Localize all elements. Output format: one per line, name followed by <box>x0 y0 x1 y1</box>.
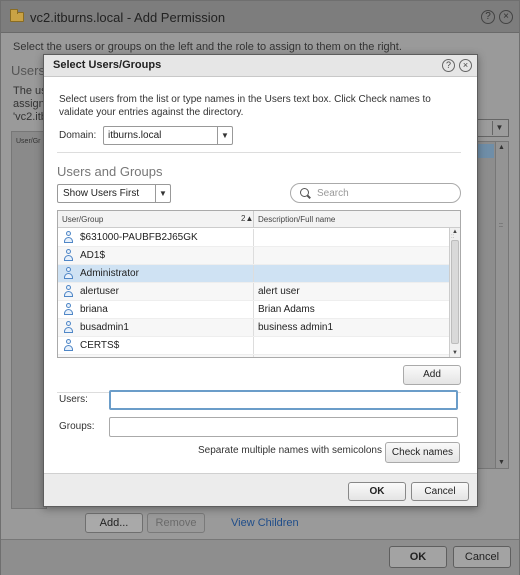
role-dropdown[interactable]: ▼ <box>475 119 509 137</box>
user-name-cell: Administrator <box>80 268 139 279</box>
outer-ok-button[interactable]: OK <box>389 546 447 568</box>
help-icon[interactable]: ? <box>442 59 455 72</box>
table-row[interactable]: busadmin1 business admin1 <box>58 319 449 337</box>
groups-field[interactable] <box>109 417 458 437</box>
ok-button[interactable]: OK <box>348 482 406 501</box>
table-header: User/Group 2▲ Description/Full name <box>58 211 460 228</box>
domain-label: Domain: <box>59 130 97 141</box>
close-icon[interactable]: × <box>459 59 472 72</box>
column-divider[interactable] <box>253 211 254 227</box>
chevron-down-icon: ▼ <box>155 185 170 202</box>
separator-hint: Separate multiple names with semicolons <box>198 445 382 456</box>
folder-icon <box>10 9 24 22</box>
user-name-cell: briana <box>80 304 108 315</box>
outer-instruction: Select the users or groups on the left a… <box>13 41 402 53</box>
column-divider <box>253 337 254 354</box>
table-row[interactable]: $631000-PAUBFB2J65GK <box>58 229 449 247</box>
outer-description-text: 'vc2.itb <box>13 111 47 123</box>
outer-title: vc2.itburns.local - Add Permission <box>30 10 226 25</box>
scroll-down-icon[interactable]: ▼ <box>452 350 458 356</box>
users-field[interactable] <box>109 390 458 410</box>
search-icon <box>300 188 309 197</box>
table-row[interactable]: alertuser alert user <box>58 283 449 301</box>
search-box[interactable] <box>290 183 461 203</box>
sort-ascending-icon[interactable]: 2▲ <box>241 214 253 223</box>
table-row[interactable]: Administrator <box>58 265 449 283</box>
user-icon <box>63 231 74 244</box>
outer-remove-button[interactable]: Remove <box>147 513 205 533</box>
show-order-value: Show Users First <box>63 188 140 199</box>
groups-label: Groups: <box>59 421 95 432</box>
users-groups-table[interactable]: User/Group 2▲ Description/Full name $631… <box>57 210 461 358</box>
description-cell: alert user <box>258 286 300 297</box>
outer-users-table[interactable]: User/Gr <box>11 131 47 509</box>
search-input[interactable] <box>317 186 453 200</box>
scroll-grip-icon: :: <box>499 222 503 229</box>
show-order-dropdown[interactable]: Show Users First ▼ <box>57 184 171 203</box>
outer-add-button[interactable]: Add... <box>85 513 143 533</box>
table-row[interactable]: CERTS$ <box>58 337 449 355</box>
column-header-description[interactable]: Description/Full name <box>258 215 335 224</box>
help-icon[interactable]: ? <box>481 10 495 24</box>
table-row[interactable]: AD1$ <box>58 247 449 265</box>
table-row[interactable] <box>58 355 449 358</box>
user-icon <box>63 285 74 298</box>
description-cell: Brian Adams <box>258 304 315 315</box>
user-icon <box>63 357 74 358</box>
user-icon <box>63 303 74 316</box>
domain-value: itburns.local <box>108 130 162 141</box>
chevron-down-icon: ▼ <box>217 127 232 144</box>
scrollbar[interactable]: ▲ :: ▼ <box>495 142 508 468</box>
description-cell: business admin1 <box>258 322 334 333</box>
outer-description-text: The us <box>13 85 47 97</box>
user-name-cell: CERTS$ <box>80 340 120 351</box>
scroll-down-icon[interactable]: ▼ <box>498 459 505 466</box>
role-privileges-panel[interactable]: ▲ :: ▼ <box>477 141 509 469</box>
outer-users-heading: Users <box>11 63 45 78</box>
outer-cancel-button[interactable]: Cancel <box>453 546 511 568</box>
column-divider <box>253 247 254 264</box>
chevron-down-icon: ▼ <box>492 121 506 135</box>
cancel-button[interactable]: Cancel <box>411 482 469 501</box>
user-icon <box>63 267 74 280</box>
modal-title: Select Users/Groups <box>53 59 162 71</box>
view-children-link[interactable]: View Children <box>231 517 299 529</box>
user-name-cell: $631000-PAUBFB2J65GK <box>80 232 198 243</box>
add-button[interactable]: Add <box>403 365 461 385</box>
domain-dropdown[interactable]: itburns.local ▼ <box>103 126 233 145</box>
column-divider <box>253 319 254 336</box>
column-header-user-group[interactable]: User/Group <box>62 215 103 224</box>
column-divider <box>253 355 254 357</box>
divider <box>57 152 461 153</box>
column-divider <box>253 301 254 318</box>
column-divider <box>253 229 254 246</box>
user-name-cell: busadmin1 <box>80 322 129 333</box>
scroll-grip-icon: :: <box>451 234 455 240</box>
table-row[interactable]: briana Brian Adams <box>58 301 449 319</box>
user-icon <box>63 249 74 262</box>
selected-privilege-row <box>478 144 494 158</box>
user-icon <box>63 339 74 352</box>
select-users-groups-dialog: Select Users/Groups ? × Select users fro… <box>43 54 478 507</box>
user-name-cell: AD1$ <box>80 250 106 261</box>
users-label: Users: <box>59 394 88 405</box>
user-name-cell: alertuser <box>80 286 119 297</box>
check-names-button[interactable]: Check names <box>385 442 460 463</box>
scroll-thumb[interactable] <box>451 240 459 344</box>
close-icon[interactable]: × <box>499 10 513 24</box>
modal-titlebar: Select Users/Groups ? × <box>44 55 477 77</box>
column-divider <box>253 283 254 300</box>
modal-instruction: Select users from the list or type names… <box>59 94 431 118</box>
scroll-up-icon[interactable]: ▲ <box>498 144 505 151</box>
column-divider <box>253 265 254 282</box>
table-body: $631000-PAUBFB2J65GK AD1$ Administrator ale… <box>58 229 449 358</box>
scrollbar[interactable]: ▲ :: ▼ <box>449 228 460 357</box>
user-icon <box>63 321 74 334</box>
section-heading: Users and Groups <box>57 164 163 179</box>
outer-table-header: User/Gr <box>16 138 41 145</box>
outer-titlebar: vc2.itburns.local - Add Permission ? × <box>1 1 519 33</box>
